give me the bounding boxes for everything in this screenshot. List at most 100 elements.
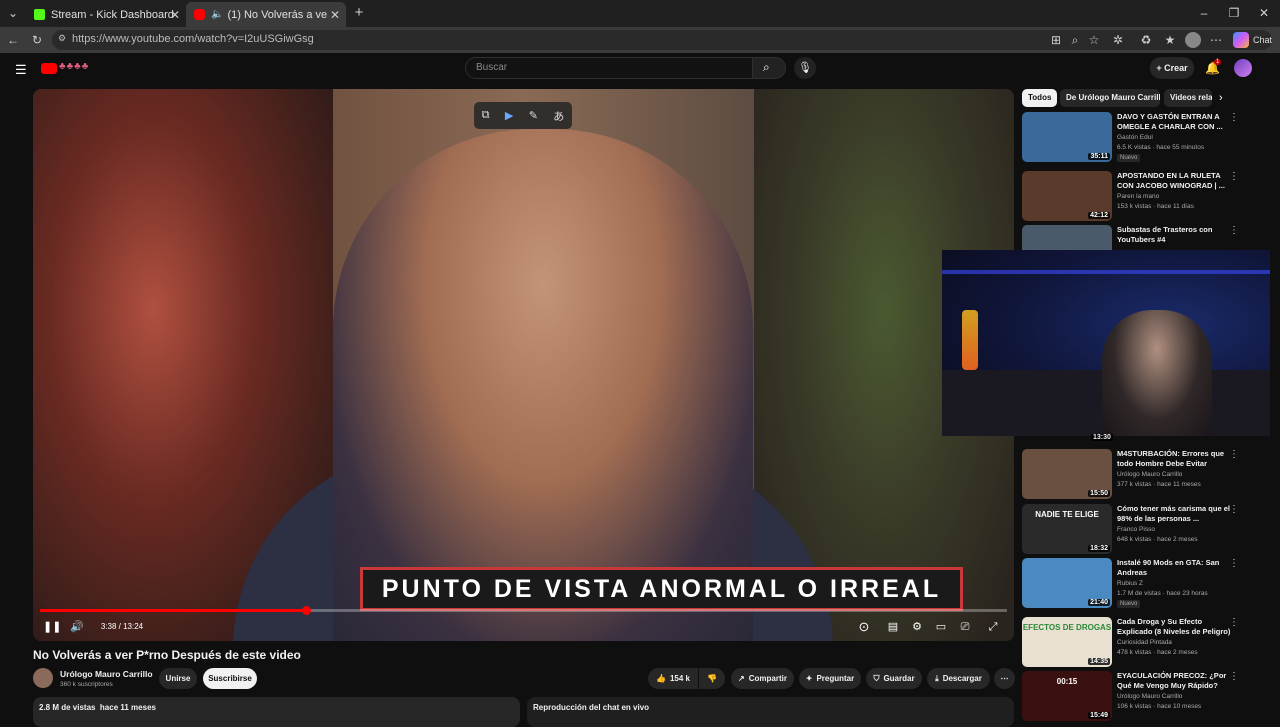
- kebab-menu-icon[interactable]: ⋮: [1229, 558, 1239, 569]
- close-window-icon[interactable]: ✕: [1256, 5, 1272, 21]
- dislike-button[interactable]: 👎: [699, 668, 725, 689]
- kebab-menu-icon[interactable]: ⋮: [1229, 171, 1239, 182]
- site-info-icon[interactable]: ⚙: [58, 33, 66, 44]
- video-thumbnail[interactable]: 00:15 15:49: [1022, 671, 1112, 721]
- channel-avatar[interactable]: [33, 668, 53, 688]
- chip-channel[interactable]: De Urólogo Mauro Carrillo: [1060, 89, 1160, 107]
- autoplay-toggle[interactable]: ⊙: [855, 618, 873, 636]
- video-control-icon[interactable]: ▶: [505, 109, 513, 122]
- video-thumbnail[interactable]: 21:40: [1022, 558, 1112, 608]
- zoom-icon[interactable]: ⌕: [1067, 32, 1083, 48]
- translate-icon[interactable]: あ: [553, 108, 564, 124]
- video-thumbnail[interactable]: 42:12: [1022, 171, 1112, 221]
- video-thumbnail[interactable]: EFECTOS DE DROGAS 14:35: [1022, 617, 1112, 667]
- recommendation-channel[interactable]: Paren la mano: [1117, 193, 1159, 200]
- voice-search-button[interactable]: 🎙: [794, 57, 816, 79]
- recommendation-item[interactable]: 35:11 DAVO Y GASTÓN ENTRAN A OMEGLE A CHA…: [1022, 112, 1272, 164]
- recommendation-channel[interactable]: Franco Pisso: [1117, 526, 1155, 533]
- recommendation-item[interactable]: NADIE TE ELIGE 18:32 Cómo tener más carism…: [1022, 504, 1272, 556]
- pause-icon[interactable]: ❚❚: [43, 618, 61, 636]
- subscribe-button[interactable]: Suscribirse: [203, 668, 257, 689]
- subtitles-icon[interactable]: ▤: [885, 618, 901, 636]
- recommendation-title[interactable]: EYACULACIÓN PRECOZ: ¿Por Qué Me Vengo Mu…: [1117, 671, 1237, 691]
- doodle-logo[interactable]: ♣♣♣♣: [59, 61, 89, 72]
- recommendation-title[interactable]: APOSTANDO EN LA RULETA CON JACOBO WINOGR…: [1117, 171, 1237, 191]
- favorites-bar-icon[interactable]: ★: [1162, 32, 1178, 48]
- restore-icon[interactable]: ❐: [1226, 5, 1242, 21]
- profile-avatar-icon[interactable]: [1185, 32, 1201, 48]
- video-player[interactable]: ⧉ ▶ ✎ あ PUNTO DE VISTA ANORMAL O IRREAL …: [33, 89, 1014, 641]
- settings-gear-icon[interactable]: ⚙: [909, 618, 925, 636]
- video-thumbnail[interactable]: NADIE TE ELIGE 18:32: [1022, 504, 1112, 554]
- recommendation-title[interactable]: Cada Droga y Su Efecto Explicado (8 Nive…: [1117, 617, 1237, 637]
- recommendation-item[interactable]: 15:50 M4STURBACIÓN: Errores que todo Homb…: [1022, 449, 1272, 501]
- reload-icon[interactable]: ↻: [29, 32, 45, 48]
- progress-knob[interactable]: [301, 606, 311, 615]
- copilot-icon[interactable]: [1233, 32, 1249, 48]
- share-button[interactable]: ↗ Compartir: [731, 668, 794, 689]
- close-tab-icon[interactable]: ✕: [170, 8, 180, 22]
- recommendation-item[interactable]: 21:40 Instalé 90 Mods en GTA: San Andreas…: [1022, 558, 1272, 610]
- video-thumbnail[interactable]: 15:50: [1022, 449, 1112, 499]
- recommendation-channel[interactable]: Curiosidad Pintada: [1117, 639, 1172, 646]
- kebab-menu-icon[interactable]: ⋮: [1229, 225, 1239, 236]
- notes-icon[interactable]: ✎: [529, 109, 538, 122]
- video-thumbnail[interactable]: 35:11: [1022, 112, 1112, 162]
- search-input[interactable]: Buscar: [465, 57, 753, 79]
- speaker-icon[interactable]: 🔈: [211, 9, 223, 20]
- miniplayer-icon[interactable]: ▭: [933, 618, 949, 636]
- tab-youtube[interactable]: 🔈 (1) No Volverás a ver P*rno De ✕: [186, 2, 346, 27]
- chip-related[interactable]: Videos rela: [1164, 89, 1212, 107]
- more-icon[interactable]: ⋯: [1208, 32, 1224, 48]
- recommendation-channel[interactable]: Gastón Edul: [1117, 134, 1153, 141]
- favorite-icon[interactable]: ☆: [1086, 32, 1102, 48]
- recommendation-channel[interactable]: Urólogo Mauro Carrillo: [1117, 693, 1182, 700]
- recommendation-item[interactable]: EFECTOS DE DROGAS 14:35 Cada Droga y Su Ef…: [1022, 617, 1272, 669]
- like-button[interactable]: 👍 154 k: [648, 668, 698, 689]
- new-tab-icon[interactable]: +: [351, 5, 367, 21]
- recommendation-channel[interactable]: Urólogo Mauro Carrillo: [1117, 471, 1182, 478]
- channel-name[interactable]: Urólogo Mauro Carrillo: [60, 669, 153, 679]
- youtube-logo-icon[interactable]: [41, 63, 57, 74]
- recommendation-title[interactable]: Subastas de Trasteros con YouTubers #4: [1117, 225, 1237, 245]
- close-tab-icon[interactable]: ✕: [330, 8, 340, 22]
- join-button[interactable]: Unirse: [159, 668, 197, 689]
- more-actions-button[interactable]: ⋯: [994, 668, 1015, 689]
- recommendation-item[interactable]: 42:12 APOSTANDO EN LA RULETA CON JACOBO W…: [1022, 171, 1272, 223]
- create-button[interactable]: + Crear: [1150, 57, 1194, 79]
- recommendation-title[interactable]: Cómo tener más carisma que el 98% de las…: [1117, 504, 1237, 524]
- volume-icon[interactable]: 🔊: [69, 618, 85, 636]
- extensions-icon[interactable]: ✲: [1110, 32, 1126, 48]
- recommendation-channel[interactable]: Rubius Z: [1117, 580, 1143, 587]
- kebab-menu-icon[interactable]: ⋮: [1229, 617, 1239, 628]
- chat-label[interactable]: Chat: [1253, 35, 1272, 45]
- kebab-menu-icon[interactable]: ⋮: [1229, 504, 1239, 515]
- recommendation-title[interactable]: Instalé 90 Mods en GTA: San Andreas: [1117, 558, 1237, 578]
- live-chat-replay[interactable]: Reproducción del chat en vivo: [527, 697, 1014, 727]
- download-button[interactable]: ⤓ Descargar: [927, 668, 990, 689]
- tab-kick-dashboard[interactable]: Stream - Kick Dashboard ✕: [26, 2, 186, 27]
- recommendation-title[interactable]: M4STURBACIÓN: Errores que todo Hombre De…: [1117, 449, 1237, 469]
- app-icon[interactable]: ⊞: [1048, 32, 1064, 48]
- back-icon[interactable]: ←: [5, 32, 21, 48]
- fullscreen-icon[interactable]: ⤢: [985, 618, 1001, 636]
- account-avatar[interactable]: [1234, 59, 1252, 77]
- progress-bar[interactable]: [40, 606, 1007, 615]
- picture-in-picture-icon[interactable]: ⧉: [482, 109, 490, 122]
- save-button[interactable]: ⛉ Guardar: [866, 668, 922, 689]
- kebab-menu-icon[interactable]: ⋮: [1229, 112, 1239, 123]
- recommendation-title[interactable]: DAVO Y GASTÓN ENTRAN A OMEGLE A CHARLAR …: [1117, 112, 1237, 132]
- browser-extension-icon[interactable]: ♻: [1138, 32, 1154, 48]
- kebab-menu-icon[interactable]: ⋮: [1229, 449, 1239, 460]
- description-box[interactable]: 2.8 M de vistas hace 11 meses: [33, 697, 520, 727]
- ask-button[interactable]: ✦ Preguntar: [799, 668, 861, 689]
- kebab-menu-icon[interactable]: ⋮: [1229, 671, 1239, 682]
- minimize-icon[interactable]: –: [1196, 5, 1212, 21]
- chevron-right-icon[interactable]: ›: [1219, 92, 1223, 104]
- cast-icon[interactable]: ⎚: [957, 618, 973, 636]
- search-button[interactable]: ⌕: [752, 57, 786, 79]
- chip-all[interactable]: Todos: [1022, 89, 1058, 107]
- menu-icon[interactable]: ☰: [15, 62, 27, 78]
- recommendation-item[interactable]: 00:15 15:49 EYACULACIÓN PRECOZ: ¿Por Qué M…: [1022, 671, 1272, 723]
- tab-list-icon[interactable]: ⌄: [5, 5, 21, 21]
